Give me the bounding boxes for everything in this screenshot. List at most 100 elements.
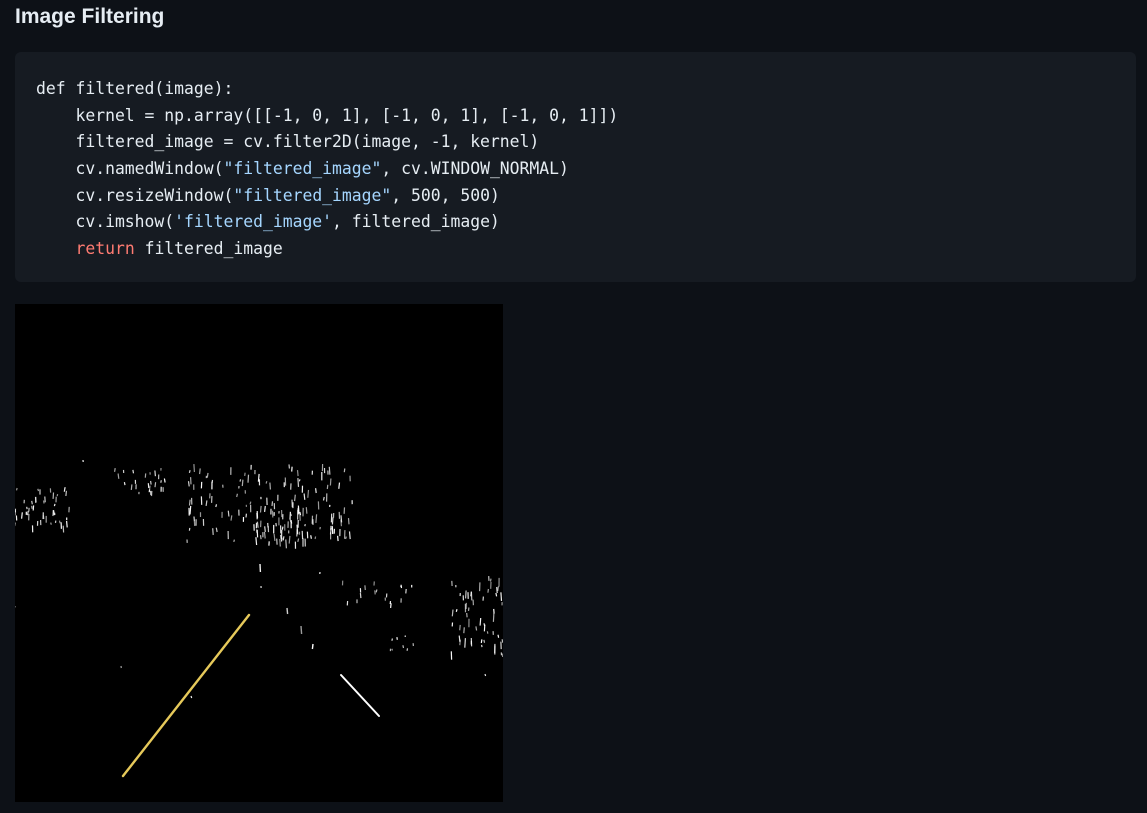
edge-fragment: [338, 482, 341, 489]
edge-fragment: [311, 643, 314, 650]
edge-fragment: [58, 520, 61, 524]
edge-fragment: [282, 536, 285, 541]
edge-fragment: [495, 592, 498, 597]
edge-fragment: [21, 512, 23, 519]
edge-fragment: [257, 473, 260, 482]
edge-fragment: [500, 592, 503, 601]
edge-fragment: [279, 538, 281, 547]
edge-fragment: [300, 625, 303, 635]
edge-fragment: [391, 648, 393, 651]
edge-fragment: [241, 479, 244, 487]
edge-fragment: [265, 481, 268, 484]
edge-fragment: [206, 472, 209, 478]
edge-fragment: [475, 626, 478, 631]
edge-fragment: [259, 535, 262, 540]
code-block[interactable]: def filtered(image): kernel = np.array([…: [15, 52, 1136, 282]
edge-fragment: [190, 695, 193, 699]
edge-fragment: [53, 510, 55, 516]
edge-fragment: [117, 473, 120, 479]
code-token: return: [75, 239, 135, 259]
edge-fragment: [307, 489, 310, 498]
edge-fragment: [132, 469, 135, 474]
edge-fragment: [492, 612, 495, 622]
edge-fragment: [205, 500, 208, 506]
edge-fragment: [150, 480, 152, 485]
edge-fragment: [264, 526, 266, 532]
edge-fragment: [154, 470, 156, 477]
edge-fragment: [239, 479, 242, 482]
edge-fragment: [480, 639, 483, 644]
edge-fragment: [345, 536, 347, 540]
code-token: def filtered(image):: [36, 79, 234, 98]
edge-fragment: [487, 588, 489, 593]
edge-fragment: [326, 484, 329, 490]
code-token: , 500, 500): [391, 185, 500, 205]
code-token: 'filtered_image': [174, 212, 333, 232]
code-token: filtered_image: [134, 239, 283, 259]
edge-fragment: [288, 535, 291, 544]
edge-fragment: [189, 505, 192, 515]
edge-fragment: [484, 673, 487, 677]
edge-fragment: [347, 518, 350, 525]
edge-fragment: [337, 535, 339, 542]
edge-fragment: [296, 470, 299, 477]
code-line: cv.resizeWindow("filtered_image", 500, 5…: [36, 183, 1136, 210]
edge-fragment: [233, 539, 235, 543]
edge-fragment: [464, 638, 466, 648]
section-heading: Image Filtering: [15, 5, 165, 28]
edge-fragment: [402, 645, 405, 649]
code-line: cv.namedWindow("filtered_image", cv.WIND…: [36, 156, 1136, 183]
edge-fragment: [489, 578, 492, 582]
edge-fragment: [359, 593, 362, 599]
edge-fragment: [458, 635, 461, 642]
edge-fragment: [322, 496, 325, 501]
code-token: cv.resizeWindow(: [36, 185, 234, 205]
code-line: return filtered_image: [36, 236, 1136, 263]
edge-fragment: [273, 533, 276, 541]
edge-fragment: [310, 535, 312, 539]
edge-fragment: [459, 624, 461, 631]
edge-fragment: [53, 503, 56, 507]
edge-fragment: [281, 526, 284, 530]
edge-fragment: [34, 497, 37, 503]
edge-fragment: [212, 528, 214, 535]
edge-fragment: [463, 627, 465, 634]
edge-fragment: [315, 488, 317, 494]
edge-fragment: [42, 500, 45, 504]
edge-fragment: [199, 468, 201, 475]
edge-fragment: [497, 586, 499, 592]
edge-fragment: [160, 480, 162, 483]
edge-fragment: [340, 519, 342, 527]
code-token: filtered_image = cv.filter2D(image, -1, …: [36, 132, 540, 152]
edge-fragment: [163, 478, 166, 483]
edge-fragment: [391, 638, 393, 641]
edge-fragment: [329, 478, 332, 486]
edge-fragment: [279, 534, 282, 540]
edge-fragment: [215, 504, 218, 508]
edge-fragment: [465, 590, 467, 599]
edge-fragment: [455, 609, 458, 612]
edge-fragment: [148, 485, 151, 491]
edge-fragment: [314, 536, 317, 540]
edge-fragment: [247, 474, 250, 483]
code-token: "filtered_image": [223, 159, 382, 179]
edge-fragment: [290, 513, 293, 517]
code-line: def filtered(image):: [36, 76, 1136, 103]
code-line: kernel = np.array([[-1, 0, 1], [-1, 0, 1…: [36, 103, 1136, 130]
edge-fragment: [286, 607, 289, 615]
edge-fragment: [329, 528, 332, 535]
edge-detection-image: [15, 304, 503, 802]
edge-fragment: [188, 470, 191, 474]
code-token: "filtered_image": [233, 185, 392, 205]
code-line: filtered_image = cv.filter2D(image, -1, …: [36, 129, 1136, 156]
edge-fragment: [263, 531, 266, 539]
edge-fragment: [305, 507, 308, 514]
code-token: , cv.WINDOW_NORMAL): [381, 159, 569, 179]
edge-fragment: [50, 522, 52, 525]
edge-fragment: [123, 481, 126, 486]
edge-fragment: [290, 521, 293, 524]
edge-fragment: [483, 639, 486, 643]
edge-fragment: [264, 506, 266, 512]
code-content[interactable]: def filtered(image): kernel = np.array([…: [36, 76, 1136, 263]
